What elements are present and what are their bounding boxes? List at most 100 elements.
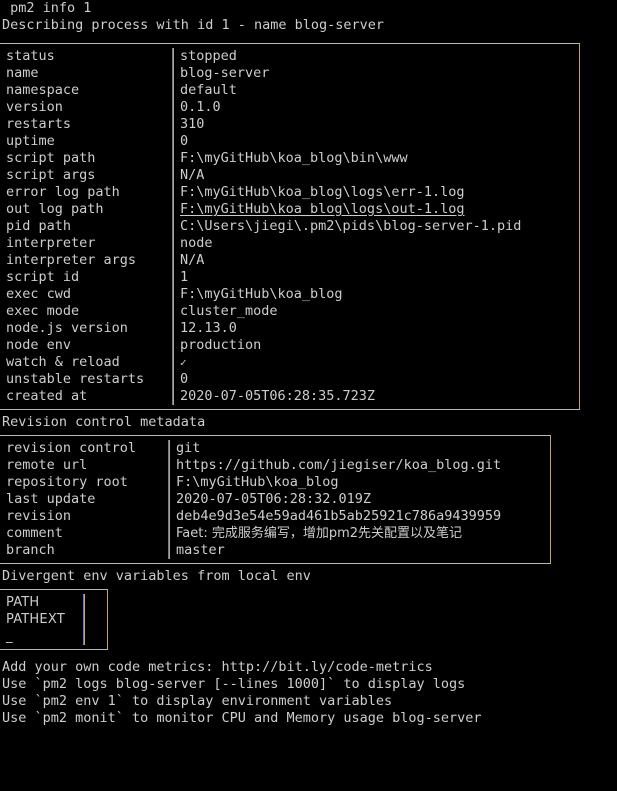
column-divider [172,320,173,337]
row-key: script args [6,167,96,183]
row-key: created at [6,388,88,404]
column-divider [172,167,173,184]
revision-metadata-table: revision control git remote url https://… [0,435,551,564]
row-key: version [6,99,63,115]
row-value: 12.13.0 [180,320,237,336]
table-row: pid path C:\Users\jiegi\.pm2\pids\blog-s… [0,218,579,235]
column-divider [172,252,173,269]
footer-line-monit: Use `pm2 monit` to monitor CPU and Memor… [2,710,482,726]
row-value: 2020-07-05T06:28:35.723Z [180,388,376,404]
footer-line-logs: Use `pm2 logs blog-server [--lines 1000]… [2,676,466,692]
table-row: script id 1 [0,269,579,286]
table-row: branch master [0,542,550,559]
row-key: node env [6,337,72,353]
table-row: PATHEXT [0,611,107,628]
row-key: pid path [6,218,72,234]
table-row: revision control git [0,440,550,457]
column-divider [172,303,173,320]
row-key: _ [6,629,13,644]
column-divider [172,82,173,99]
column-divider [172,269,173,286]
row-key: node.js version [6,320,128,336]
row-value: N/A [180,167,205,183]
divergent-env-table: PATH PATHEXT _ [0,589,108,650]
column-divider [172,116,173,133]
row-value: N/A [180,252,205,268]
column-divider [172,133,173,150]
table-row: unstable restarts 0 [0,371,579,388]
row-key: interpreter [6,235,96,251]
row-key: name [6,65,39,81]
row-value: 0 [180,371,189,387]
column-divider [168,440,169,457]
table-row: status stopped [0,48,579,65]
row-value: 2020-07-05T06:28:32.019Z [176,491,372,507]
column-divider [172,201,173,218]
table-row: node env production [0,337,579,354]
row-value-out-log-path-link[interactable]: F:\myGitHub\koa_blog\logs\out-1.log [180,201,579,218]
row-key: namespace [6,82,80,98]
row-value: 0 [180,133,189,149]
row-key: unstable restarts [6,371,145,387]
table-row: version 0.1.0 [0,99,579,116]
row-key: restarts [6,116,72,132]
row-value [91,611,111,628]
column-divider [172,354,173,371]
row-value: 1 [180,269,189,285]
table-row: script path F:\myGitHub\koa_blog\bin\www [0,150,579,167]
row-key: exec cwd [6,286,72,302]
checkmark-icon: ✓ [180,356,187,369]
table-row: exec mode cluster_mode [0,303,579,320]
row-key: PATH [6,595,40,610]
column-divider [172,388,173,405]
env-section-heading: Divergent env variables from local env [2,568,311,584]
row-value [91,628,111,645]
row-value [91,594,111,611]
column-divider [172,99,173,116]
row-key: revision [6,508,72,524]
table-row: uptime 0 [0,133,579,150]
table-row: node.js version 12.13.0 [0,320,579,337]
table-row: script args N/A [0,167,579,184]
column-divider [172,65,173,82]
column-divider [172,218,173,235]
table-row: name blog-server [0,65,579,82]
row-key: comment [6,525,63,541]
column-divider [168,474,169,491]
row-key: remote url [6,457,88,473]
row-key: uptime [6,133,55,149]
table-row: revision deb4e9d3e54e59ad461b5ab25921c78… [0,508,550,525]
table-row: created at 2020-07-05T06:28:35.723Z [0,388,579,405]
table-row: interpreter args N/A [0,252,579,269]
row-value: 310 [180,116,205,132]
row-key: watch & reload [6,354,120,370]
command-line: pm2 info 1 [2,0,92,16]
row-value: C:\Users\jiegi\.pm2\pids\blog-server-1.p… [180,218,522,234]
row-key: last update [6,491,96,507]
row-value: F:\myGitHub\koa_blog [176,474,339,490]
row-value: default [180,82,237,98]
table-row: repository root F:\myGitHub\koa_blog [0,474,550,491]
row-key: out log path [6,201,104,217]
row-value: blog-server [180,65,270,81]
table-row: PATH [0,594,107,611]
row-key: branch [6,542,55,558]
column-divider [168,525,169,542]
table-row: comment Faet: 完成服务编写，增加pm2先关配置以及笔记 [0,525,550,542]
row-value: F:\myGitHub\koa_blog [180,286,343,302]
row-value-remote-url[interactable]: https://github.com/jiegiser/koa_blog.git [176,457,550,474]
divergent-env-rows: PATH PATHEXT _ [0,590,107,649]
row-value: 0.1.0 [180,99,221,115]
row-value: production [180,337,262,353]
table-row: out log path F:\myGitHub\koa_blog\logs\o… [0,201,579,218]
table-row: error log path F:\myGitHub\koa_blog\logs… [0,184,579,201]
row-value: stopped [180,48,237,64]
row-value-comment: Faet: 完成服务编写，增加pm2先关配置以及笔记 [176,526,463,541]
column-divider [172,337,173,354]
table-row: remote url https://github.com/jiegiser/k… [0,457,550,474]
footer-line-code-metrics: Add your own code metrics: http://bit.ly… [2,659,433,675]
terminal-window: pm2 info 1 Describing process with id 1 … [0,0,617,791]
row-key: script path [6,150,96,166]
row-value: F:\myGitHub\koa_blog\bin\www [180,150,408,166]
column-divider [83,611,84,628]
